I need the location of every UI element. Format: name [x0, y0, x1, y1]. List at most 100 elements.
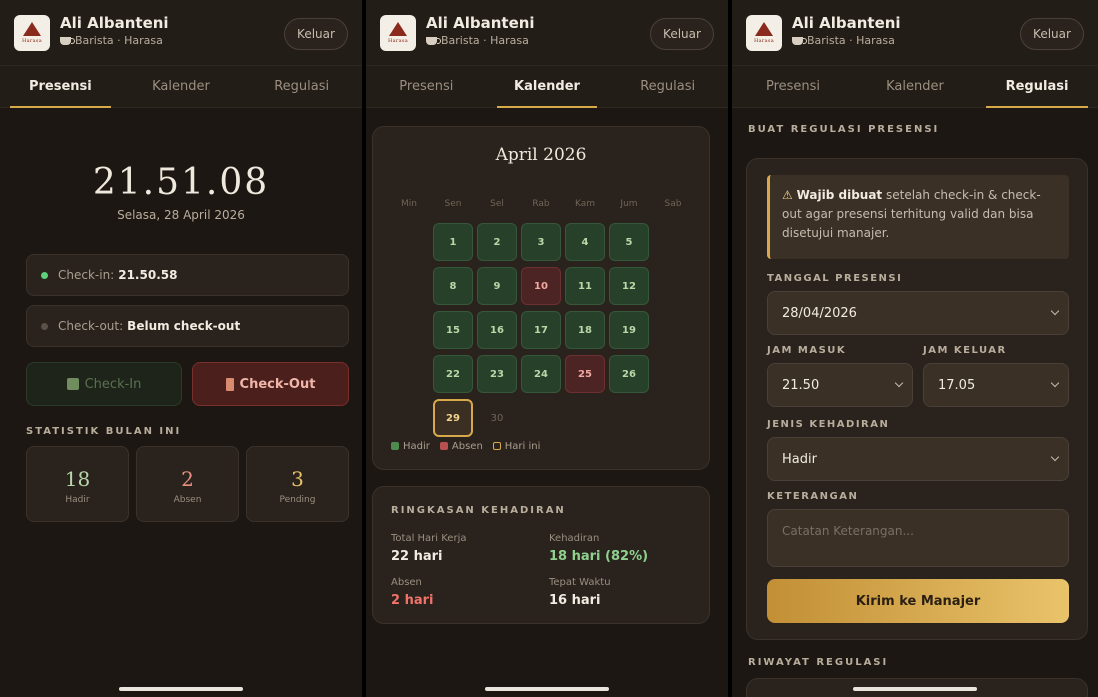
calendar-day[interactable]: 3: [521, 223, 561, 261]
live-clock: 21.51.08: [92, 162, 270, 203]
legend-hadir: Hadir: [391, 441, 430, 452]
calendar-day[interactable]: 2: [477, 223, 517, 261]
time-out-label: JAM KELUAR: [923, 345, 1007, 356]
calendar-day[interactable]: 11: [565, 267, 605, 305]
checkmark-icon: [66, 378, 79, 390]
status-dot-icon: [41, 322, 48, 330]
calendar-day[interactable]: 23: [477, 355, 517, 393]
weekday-label: Min: [401, 199, 417, 209]
chevron-down-icon: [1050, 378, 1060, 388]
calendar-day[interactable]: 8: [433, 267, 473, 305]
coffee-cup-icon: [426, 36, 441, 45]
warning-notice: ⚠ Wajib dibuat setelah check-in & check-…: [767, 175, 1069, 259]
submit-to-manager-button[interactable]: Kirim ke Manajer: [767, 579, 1069, 623]
calendar-month: April 2026: [495, 145, 587, 165]
calendar-day[interactable]: 19: [609, 311, 649, 349]
checkin-button[interactable]: Check-In: [26, 362, 182, 406]
calendar-day[interactable]: 17: [521, 311, 561, 349]
status-dot-icon: [41, 271, 48, 279]
calendar-card: April 2026 Min Sen Sel Rab Kam Jum Sab 1 2 3 4 5 8 9 1…: [372, 126, 710, 470]
logout-button[interactable]: Keluar: [1020, 18, 1084, 50]
time-in-select[interactable]: 21.50: [767, 363, 913, 407]
tab-regulasi[interactable]: Regulasi: [241, 66, 362, 107]
calendar-day[interactable]: 29: [433, 399, 473, 437]
calendar-day[interactable]: 24: [521, 355, 561, 393]
calendar-day[interactable]: 26: [609, 355, 649, 393]
stat-card-hadir: 18 Hadir: [26, 446, 129, 522]
tab-presensi[interactable]: Presensi: [366, 66, 487, 107]
date-select[interactable]: 28/04/2026: [767, 291, 1069, 335]
calendar-day[interactable]: 25: [565, 355, 605, 393]
user-name: Ali Albanteni: [426, 14, 535, 32]
stat-card-absen: 2 Absen: [136, 446, 239, 522]
legend-hari-ini: Hari ini: [492, 441, 540, 452]
date-label: TANGGAL PRESENSI: [767, 273, 903, 284]
tab-kalender[interactable]: Kalender: [121, 66, 242, 107]
weekday-label: Rab: [532, 199, 550, 209]
harasa-logo: Harasa: [746, 15, 782, 51]
logout-button[interactable]: Keluar: [650, 18, 714, 50]
note-textarea[interactable]: Catatan Keterangan...: [767, 509, 1069, 567]
tab-regulasi[interactable]: Regulasi: [607, 66, 728, 107]
calendar-day[interactable]: 4: [565, 223, 605, 261]
calendar-day[interactable]: 18: [565, 311, 605, 349]
harasa-logo: Harasa: [14, 15, 50, 51]
summary-card: RINGKASAN KEHADIRAN Total Hari Kerja 22 …: [372, 486, 710, 624]
attendance-type-select[interactable]: Hadir: [767, 437, 1069, 481]
tab-bar: Presensi Kalender Regulasi: [732, 66, 1098, 108]
current-date: Selasa, 28 April 2026: [117, 208, 245, 222]
tab-bar: Presensi Kalender Regulasi: [0, 66, 362, 108]
stat-card-pending: 3 Pending: [246, 446, 349, 522]
calendar-day[interactable]: 15: [433, 311, 473, 349]
calendar-day[interactable]: 1: [433, 223, 473, 261]
checkout-status: Check-out: Belum check-out: [26, 305, 349, 347]
tab-presensi[interactable]: Presensi: [0, 66, 121, 108]
regulation-section-title: BUAT REGULASI PRESENSI: [748, 124, 940, 135]
screen-regulasi: Harasa Ali Albanteni Barista · Harasa Ke…: [732, 0, 1098, 697]
tab-regulasi[interactable]: Regulasi: [976, 66, 1098, 108]
calendar-day[interactable]: 22: [433, 355, 473, 393]
user-role: Barista · Harasa: [60, 34, 163, 47]
time-in-label: JAM MASUK: [767, 345, 847, 356]
home-indicator: [853, 687, 977, 691]
legend-absen: Absen: [439, 441, 483, 452]
summary-value: 2 hari: [391, 593, 434, 608]
weekday-label: Jum: [620, 199, 638, 209]
app-header: Harasa Ali Albanteni Barista · Harasa Ke…: [732, 0, 1098, 66]
summary-title: RINGKASAN KEHADIRAN: [391, 505, 566, 516]
time-out-select[interactable]: 17.05: [923, 363, 1069, 407]
tab-kalender[interactable]: Kalender: [487, 66, 608, 108]
calendar-legend: Hadir Absen Hari ini: [391, 441, 540, 452]
checkin-status: Check-in: 21.50.58: [26, 254, 349, 296]
summary-label: Absen: [391, 577, 422, 588]
calendar-day: 30: [490, 412, 504, 424]
chevron-down-icon: [1050, 452, 1060, 462]
chevron-down-icon: [894, 378, 904, 388]
weekday-label: Sen: [444, 199, 462, 209]
coffee-cup-icon: [792, 36, 807, 45]
weekday-label: Kam: [574, 199, 596, 209]
summary-label: Kehadiran: [549, 533, 600, 544]
chevron-down-icon: [1050, 306, 1060, 316]
history-title: RIWAYAT REGULASI: [748, 657, 889, 668]
tab-presensi[interactable]: Presensi: [732, 66, 854, 107]
app-header: Harasa Ali Albanteni Barista · Harasa Ke…: [0, 0, 362, 66]
calendar-day[interactable]: 12: [609, 267, 649, 305]
summary-value: 16 hari: [549, 593, 601, 608]
stats-title: STATISTIK BULAN INI: [26, 426, 182, 437]
warning-icon: ⚠: [782, 188, 793, 202]
home-indicator: [485, 687, 609, 691]
summary-label: Tepat Waktu: [549, 577, 611, 588]
checkout-button[interactable]: Check-Out: [192, 362, 349, 406]
harasa-logo: Harasa: [380, 15, 416, 51]
calendar-day[interactable]: 10: [521, 267, 561, 305]
calendar-day[interactable]: 9: [477, 267, 517, 305]
calendar-day[interactable]: 5: [609, 223, 649, 261]
coffee-cup-icon: [60, 36, 75, 45]
summary-label: Total Hari Kerja: [391, 533, 467, 544]
logout-button[interactable]: Keluar: [284, 18, 348, 50]
tab-kalender[interactable]: Kalender: [854, 66, 976, 107]
door-icon: [225, 377, 234, 391]
summary-value: 18 hari (82%): [549, 549, 649, 564]
calendar-day[interactable]: 16: [477, 311, 517, 349]
